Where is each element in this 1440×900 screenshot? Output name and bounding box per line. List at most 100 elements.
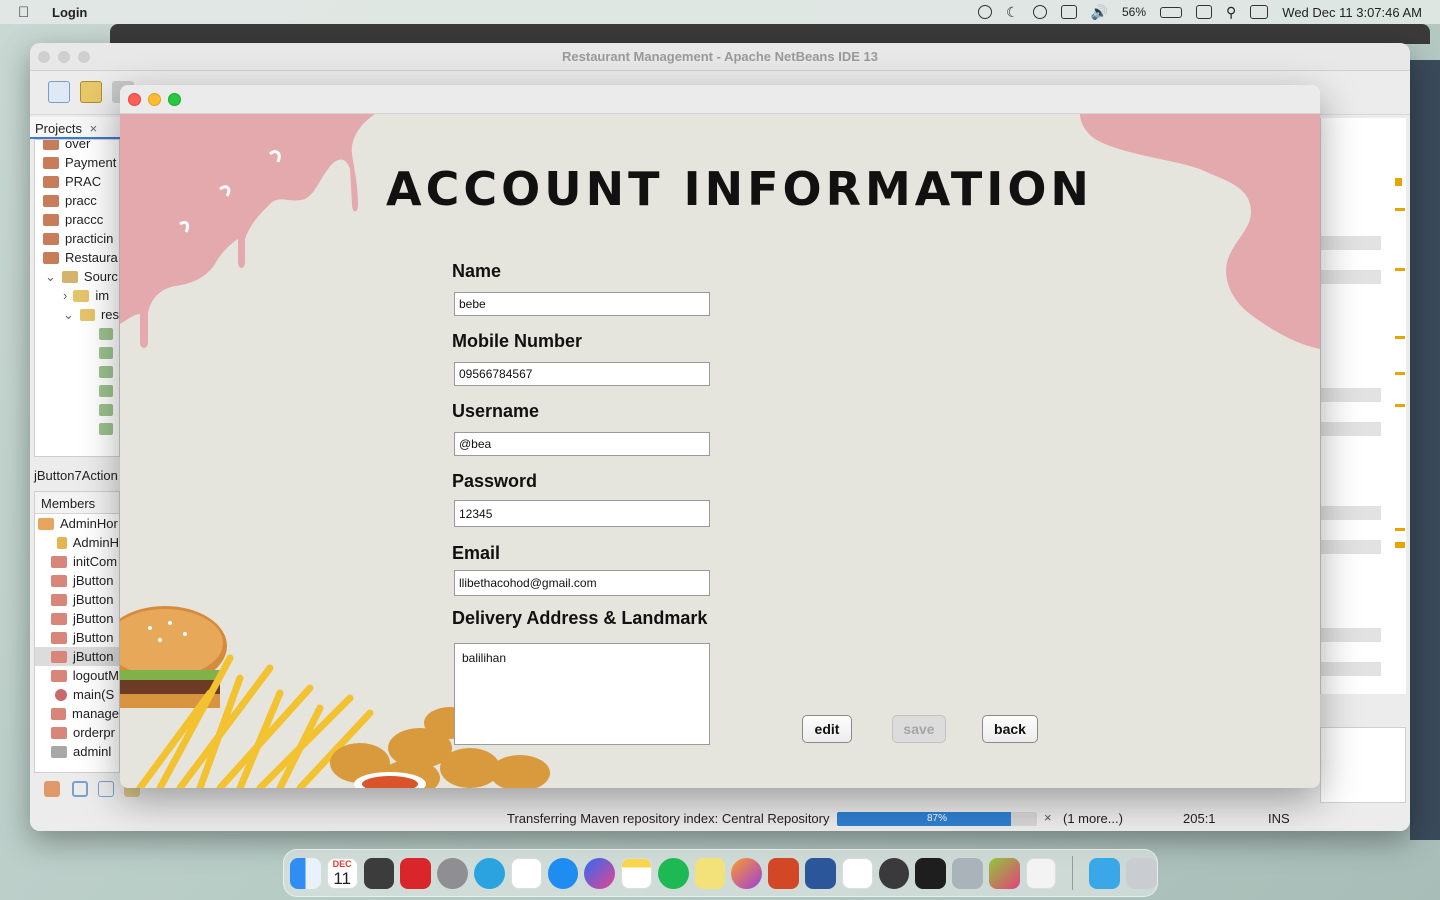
static-filter-icon[interactable] — [98, 781, 114, 797]
battery-icon[interactable] — [1160, 6, 1183, 18]
tab-projects[interactable]: Projects × — [30, 117, 120, 139]
close-tab-icon[interactable]: × — [90, 121, 98, 136]
tree-item[interactable] — [35, 324, 119, 343]
safari-icon[interactable] — [547, 857, 579, 889]
chevron-right-icon[interactable]: › — [63, 288, 67, 303]
calculator-icon[interactable] — [363, 857, 395, 889]
member-item-selected[interactable]: jButton — [35, 647, 119, 666]
tree-item[interactable]: over — [35, 139, 119, 153]
firefox-icon[interactable] — [731, 857, 763, 889]
name-label: Name — [452, 261, 502, 281]
search-icon[interactable]: ⚲ — [1226, 4, 1236, 21]
terminal-icon[interactable] — [915, 857, 947, 889]
member-item[interactable]: initCom — [35, 552, 119, 571]
member-item[interactable]: jButton — [35, 628, 119, 647]
password-field[interactable] — [454, 500, 710, 527]
word-icon[interactable] — [804, 857, 836, 889]
trash-icon[interactable] — [1126, 857, 1158, 889]
member-item[interactable]: main(S — [35, 685, 119, 704]
powerpoint-icon[interactable] — [768, 857, 799, 889]
spotify-icon[interactable] — [657, 857, 689, 889]
name-field[interactable] — [454, 292, 710, 316]
caret-position: 205:1 — [1183, 811, 1216, 826]
mobile-label: Mobile Number — [452, 331, 583, 351]
more-tasks-link[interactable]: (1 more...) — [1063, 811, 1123, 826]
edit-button[interactable]: edit — [802, 715, 852, 743]
member-item[interactable]: jButton — [35, 590, 119, 609]
delivery-address-textarea[interactable]: balilihan — [454, 643, 710, 745]
member-item[interactable]: jButton — [35, 609, 119, 628]
password-label: Password — [452, 471, 538, 491]
photo-booth-icon[interactable] — [400, 857, 432, 889]
tree-item[interactable]: pracc — [35, 191, 119, 210]
tree-item[interactable]: ⌄ Sourc — [35, 267, 119, 286]
tree-item[interactable]: › im — [35, 286, 119, 305]
telegram-icon[interactable] — [473, 857, 505, 889]
member-item[interactable]: jButton — [35, 571, 119, 590]
class-icon — [38, 517, 54, 530]
app-menu-name[interactable]: Login — [52, 5, 87, 20]
chevron-down-icon[interactable]: ⌄ — [45, 269, 56, 285]
folder-icon — [61, 270, 78, 283]
member-item[interactable]: AdminHor — [35, 514, 119, 533]
user-icon[interactable] — [977, 5, 992, 19]
save-button[interactable]: save — [892, 715, 946, 743]
tree-item[interactable]: practicin — [35, 229, 119, 248]
coffee-cup-icon — [43, 251, 59, 264]
calendar-day: 11 — [333, 868, 351, 888]
system-settings-icon[interactable] — [437, 857, 468, 889]
email-field[interactable] — [454, 570, 710, 596]
back-button[interactable]: back — [982, 715, 1038, 743]
maximize-window-icon[interactable] — [168, 93, 181, 106]
new-file-icon[interactable] — [48, 81, 70, 103]
members-header[interactable]: Members — [35, 492, 119, 514]
clock[interactable]: Wed Dec 11 3:07:46 AM — [1282, 5, 1422, 20]
tree-item[interactable] — [35, 343, 119, 362]
tree-item[interactable] — [35, 400, 119, 419]
play-icon[interactable] — [1032, 5, 1047, 19]
finder-icon[interactable] — [290, 857, 321, 889]
downloads-folder-icon[interactable] — [1089, 857, 1121, 889]
volume-icon[interactable]: 🔊 — [1091, 4, 1108, 21]
new-project-icon[interactable] — [80, 81, 102, 103]
messenger-icon[interactable] — [584, 857, 616, 889]
dock: DEC 11 — [283, 849, 1158, 897]
tree-item[interactable] — [35, 381, 119, 400]
tree-item[interactable]: Restaura — [35, 248, 119, 267]
control-center-icon[interactable] — [1250, 5, 1269, 19]
member-item[interactable]: manage — [35, 704, 119, 723]
java-icon[interactable] — [1025, 857, 1057, 889]
chevron-down-icon[interactable]: ⌄ — [63, 307, 74, 323]
tree-item[interactable]: Payment — [35, 153, 119, 172]
minimize-window-icon[interactable] — [148, 93, 161, 106]
member-item[interactable]: adminl — [35, 742, 119, 761]
netbeans-icon[interactable] — [988, 857, 1020, 889]
tree-item[interactable]: ⌄ res — [35, 305, 119, 324]
calendar-icon[interactable]: DEC 11 — [326, 857, 358, 889]
member-item[interactable]: AdminH — [35, 533, 119, 552]
settings-icon[interactable] — [952, 857, 983, 889]
filter-icon[interactable] — [44, 781, 60, 797]
notes-icon[interactable] — [621, 857, 652, 889]
tree-item[interactable]: praccc — [35, 210, 119, 229]
keyboard-icon[interactable] — [1060, 5, 1077, 19]
moon-icon[interactable]: ☾ — [1006, 4, 1019, 21]
member-item[interactable]: orderpr — [35, 723, 119, 742]
mobile-number-field[interactable] — [454, 362, 710, 386]
cancel-progress-icon[interactable]: × — [1044, 810, 1052, 825]
method-icon — [51, 555, 67, 568]
reminders-icon[interactable] — [510, 857, 542, 889]
apple-menu-icon[interactable]:  — [18, 4, 38, 21]
member-item[interactable]: logoutM — [35, 666, 119, 685]
fields-filter-icon[interactable] — [72, 781, 88, 797]
quicktime-icon[interactable] — [878, 857, 910, 889]
tree-item[interactable] — [35, 419, 119, 438]
tree-item[interactable] — [35, 362, 119, 381]
tree-item[interactable]: PRAC — [35, 172, 119, 191]
close-window-icon[interactable] — [128, 93, 141, 106]
stickies-icon[interactable] — [694, 857, 726, 889]
username-field[interactable] — [454, 432, 710, 456]
link-icon[interactable] — [1196, 5, 1213, 19]
tree-label: over — [65, 139, 91, 151]
capcut-icon[interactable] — [841, 857, 873, 889]
